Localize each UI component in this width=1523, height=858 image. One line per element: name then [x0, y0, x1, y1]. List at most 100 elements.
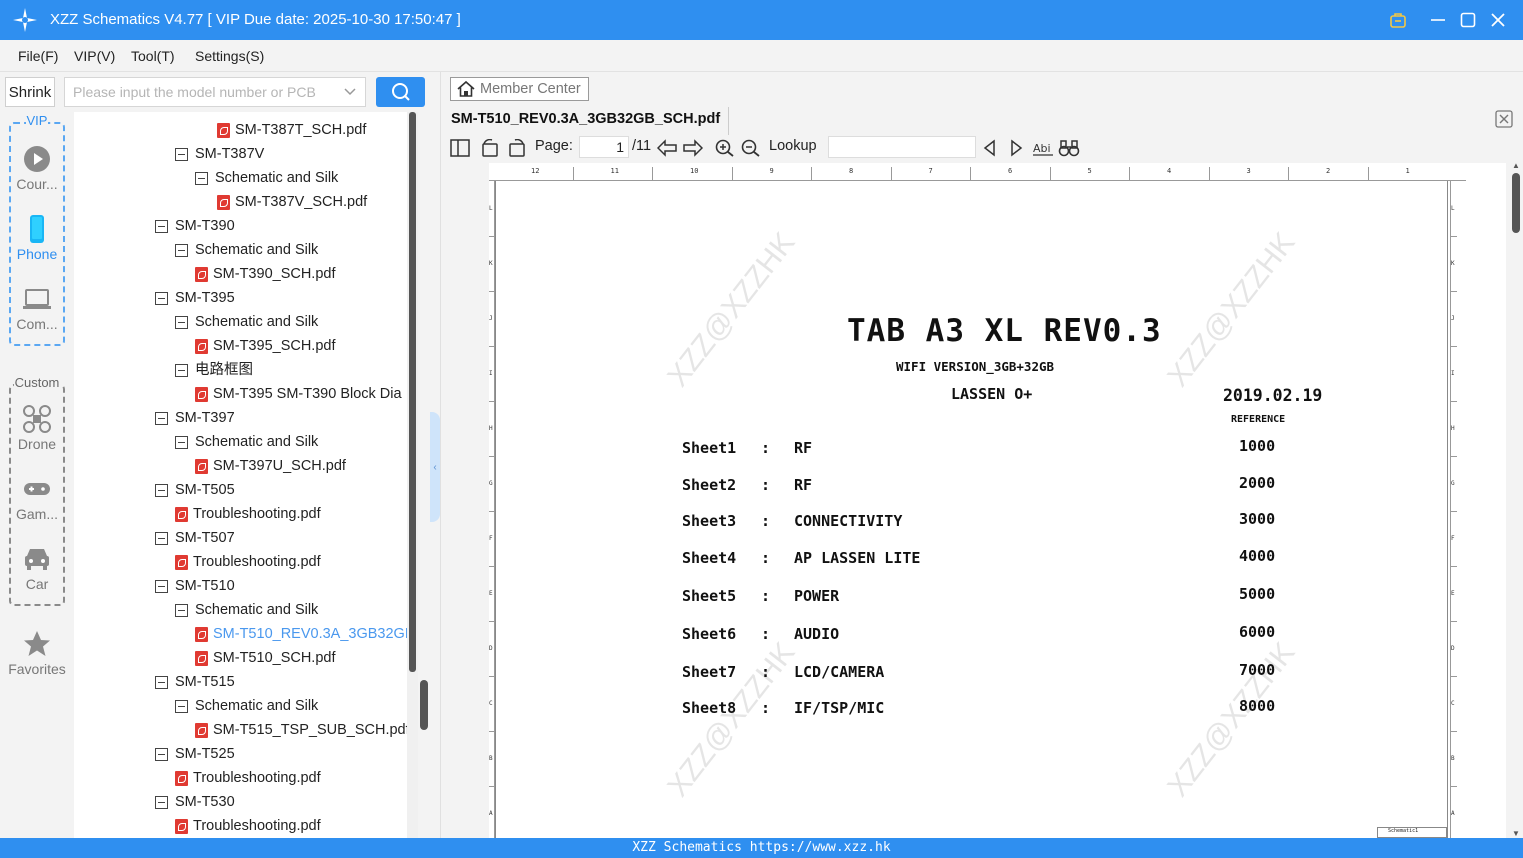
zoom-out-icon[interactable] [741, 139, 761, 157]
tree-file-item[interactable]: SM-T515_TSP_SUB_SCH.pdf [195, 718, 410, 742]
rail-item-courses[interactable]: Cour... [0, 144, 74, 192]
tree-folder-item[interactable]: SM-T390 [155, 214, 235, 238]
tree-folder-item[interactable]: SM-T510 [155, 574, 235, 598]
menu-tool[interactable]: Tool(T) [131, 48, 175, 64]
collapse-toggle-icon[interactable] [155, 579, 168, 593]
search-button[interactable] [376, 77, 425, 107]
collapse-toggle-icon[interactable] [155, 675, 168, 689]
document-tab[interactable]: SM-T510_REV0.3A_3GB32GB_SCH.pdf [451, 107, 730, 135]
tree-folder-item[interactable]: Schematic and Silk [175, 598, 318, 622]
tree-item-label: Troubleshooting.pdf [193, 818, 321, 834]
rail-item-favorites[interactable]: Favorites [0, 629, 74, 677]
vip-bag-button[interactable] [1386, 8, 1410, 32]
menu-settings[interactable]: Settings(S) [195, 48, 264, 64]
match-case-icon[interactable]: Abi [1033, 139, 1053, 157]
rail-item-phone[interactable]: Phone [0, 214, 74, 262]
rotate-right-icon[interactable] [507, 139, 527, 157]
tree-file-item[interactable]: SM-T390_SCH.pdf [195, 262, 336, 286]
collapse-toggle-icon[interactable] [175, 315, 188, 329]
tree-folder-item[interactable]: SM-T397 [155, 406, 235, 430]
collapse-toggle-icon[interactable] [175, 363, 188, 377]
close-document-icon[interactable] [1495, 110, 1513, 128]
tree-item-label: SM-T510 [175, 578, 235, 594]
tree-file-item[interactable]: SM-T510_REV0.3A_3GB32GB_ [195, 622, 418, 646]
tree-folder-item[interactable]: SM-T525 [155, 742, 235, 766]
collapse-panel-button[interactable]: ‹ [430, 412, 440, 522]
tree-file-item[interactable]: SM-T387T_SCH.pdf [217, 118, 366, 142]
tree-file-item[interactable]: SM-T510_SCH.pdf [195, 646, 336, 670]
next-page-icon[interactable] [683, 139, 703, 157]
collapse-toggle-icon[interactable] [175, 435, 188, 449]
tree-file-item[interactable]: SM-T397U_SCH.pdf [195, 454, 346, 478]
collapse-toggle-icon[interactable] [155, 531, 168, 545]
sidebar-toggle-icon[interactable] [450, 139, 470, 157]
tree-file-item[interactable]: SM-T387V_SCH.pdf [217, 190, 367, 214]
tree-folder-item[interactable]: Schematic and Silk [175, 238, 318, 262]
zoom-in-icon[interactable] [715, 139, 735, 157]
member-center-button[interactable]: Member Center [450, 77, 589, 101]
collapse-toggle-icon[interactable] [155, 747, 168, 761]
shrink-button[interactable]: Shrink [5, 77, 55, 107]
panel-splitter[interactable]: ‹ [430, 112, 440, 838]
tree-folder-item[interactable]: SM-T387V [175, 142, 264, 166]
collapse-toggle-icon[interactable] [175, 147, 188, 161]
tree-scrollbar-thumb[interactable] [409, 112, 416, 672]
lookup-input[interactable] [828, 136, 976, 158]
schematic-page[interactable]: 12 11 10 9 8 7 6 5 4 3 2 1 L K J I H G F E D C B A L K J I H G F E D C B… [489, 163, 1506, 838]
tree-file-item[interactable]: SM-T395 SM-T390 Block Dia [195, 382, 402, 406]
drone-icon [23, 405, 51, 433]
ruler-tick [1451, 401, 1457, 402]
page-number-input[interactable]: 1 [579, 136, 629, 158]
tree-folder-item[interactable]: SM-T507 [155, 526, 235, 550]
maximize-button[interactable] [1456, 8, 1480, 32]
scroll-up-icon[interactable]: ▲ [1512, 161, 1520, 170]
tree-item-label: SM-T397U_SCH.pdf [213, 458, 346, 474]
collapse-toggle-icon[interactable] [155, 795, 168, 809]
viewer-scrollbar[interactable]: ▲ ▼ [1509, 161, 1523, 838]
collapse-toggle-icon[interactable] [155, 483, 168, 497]
tree-file-item[interactable]: SM-T395_SCH.pdf [195, 334, 336, 358]
prev-page-icon[interactable] [657, 139, 677, 157]
tree-scrollbar[interactable]: ▲ [407, 112, 418, 838]
rail-item-car[interactable]: Car [0, 544, 74, 592]
collapse-toggle-icon[interactable] [175, 243, 188, 257]
minimize-button[interactable] [1426, 8, 1450, 32]
ruler-tick [1451, 731, 1457, 732]
find-prev-icon[interactable] [982, 139, 998, 157]
tree-folder-item[interactable]: Schematic and Silk [175, 310, 318, 334]
collapse-toggle-icon[interactable] [195, 171, 208, 185]
tree-folder-item[interactable]: Schematic and Silk [195, 166, 338, 190]
chevron-down-icon[interactable] [343, 84, 357, 98]
tree-item-label: SM-T387V [195, 146, 265, 162]
collapse-toggle-icon[interactable] [175, 699, 188, 713]
ruler-tick-label: 10 [690, 167, 699, 175]
tree-folder-item[interactable]: SM-T515 [155, 670, 235, 694]
tree-folder-item[interactable]: 电路框图 [175, 358, 253, 382]
tree-folder-item[interactable]: Schematic and Silk [175, 430, 318, 454]
rail-item-drone[interactable]: Drone [0, 404, 74, 452]
tree-file-item[interactable]: Troubleshooting.pdf [175, 502, 321, 526]
rotate-left-icon[interactable] [480, 139, 500, 157]
collapse-toggle-icon[interactable] [155, 411, 168, 425]
rail-item-games[interactable]: Gam... [0, 474, 74, 522]
rail-item-computer[interactable]: Com... [0, 284, 74, 332]
tree-folder-item[interactable]: SM-T530 [155, 790, 235, 814]
tree-folder-item[interactable]: Schematic and Silk [175, 694, 318, 718]
tree-secondary-scrollbar-thumb[interactable] [420, 680, 428, 730]
menu-vip[interactable]: VIP(V) [74, 48, 115, 64]
scroll-down-icon[interactable]: ▼ [1512, 829, 1520, 838]
collapse-toggle-icon[interactable] [175, 603, 188, 617]
collapse-toggle-icon[interactable] [155, 291, 168, 305]
viewer-scrollbar-thumb[interactable] [1512, 173, 1520, 233]
menu-file[interactable]: File(F) [18, 48, 58, 64]
binoculars-icon[interactable] [1058, 139, 1080, 157]
tree-folder-item[interactable]: SM-T505 [155, 478, 235, 502]
close-button[interactable] [1486, 8, 1510, 32]
tree-file-item[interactable]: Troubleshooting.pdf [175, 550, 321, 574]
search-input[interactable] [65, 78, 335, 106]
tree-folder-item[interactable]: SM-T395 [155, 286, 235, 310]
find-next-icon[interactable] [1008, 139, 1024, 157]
tree-file-item[interactable]: Troubleshooting.pdf [175, 814, 321, 838]
collapse-toggle-icon[interactable] [155, 219, 168, 233]
tree-file-item[interactable]: Troubleshooting.pdf [175, 766, 321, 790]
